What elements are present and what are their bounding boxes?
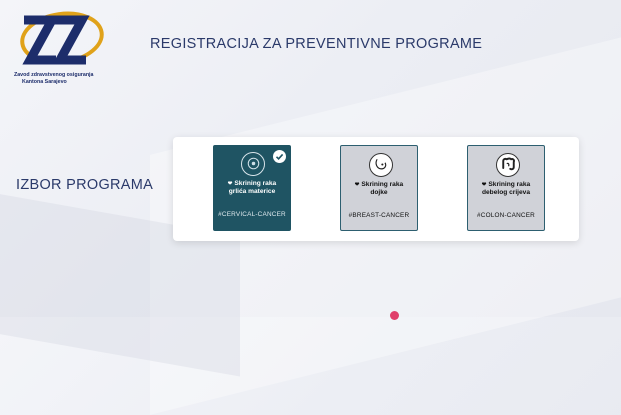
program-name-line: Skrining raka — [234, 180, 277, 187]
program-name-line: Skrining raka — [488, 181, 531, 188]
program-card-breast[interactable]: ❤ Skrining raka dojke #BREAST-CANCER — [340, 145, 418, 231]
selected-check-icon — [273, 150, 286, 163]
program-tag: #BREAST-CANCER — [348, 212, 410, 219]
program-name-line: Skrining raka — [361, 181, 404, 188]
program-selection-panel: ❤ Skrining raka grlića materice #CERVICAL… — [173, 137, 579, 241]
heart-hand-icon: ❤ — [227, 181, 233, 187]
program-name-line: grlića materice — [228, 188, 276, 195]
page-title: REGISTRACIJA ZA PREVENTIVNE PROGRAME — [150, 36, 483, 52]
program-tag: #COLON-CANCER — [477, 212, 535, 219]
program-name: ❤ Skrining raka debelog crijeva — [471, 181, 541, 197]
cervix-icon — [241, 152, 265, 176]
program-card-colon[interactable]: ❤ Skrining raka debelog crijeva #COLON-CA… — [467, 145, 545, 231]
section-label: IZBOR PROGRAMA — [16, 177, 154, 193]
program-card-cervical[interactable]: ❤ Skrining raka grlića materice #CERVICAL… — [213, 145, 291, 231]
program-name: ❤ Skrining raka grlića materice — [216, 180, 288, 196]
program-name: ❤ Skrining raka dojke — [344, 181, 414, 197]
logo-caption-line: Kantona Sarajevo — [22, 78, 67, 85]
heart-hand-icon: ❤ — [481, 182, 487, 188]
colon-icon — [496, 153, 520, 177]
logo-caption: Zavod zdravstvenog osiguranja Kantona Sa… — [14, 72, 114, 85]
heart-hand-icon: ❤ — [354, 182, 360, 188]
program-tag: #CERVICAL-CANCER — [218, 211, 286, 218]
program-name-line: dojke — [370, 189, 388, 196]
breast-icon — [369, 153, 393, 177]
accent-dot — [390, 311, 399, 320]
program-name-line: debelog crijeva — [481, 189, 530, 196]
